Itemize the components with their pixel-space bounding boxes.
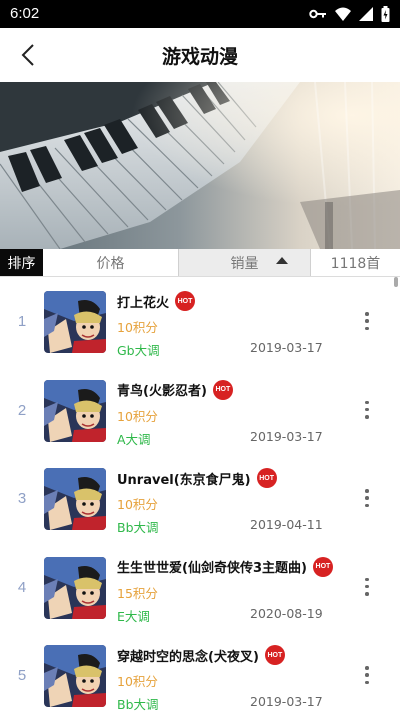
sort-sales-label: 销量 (230, 255, 259, 272)
song-thumbnail (44, 291, 106, 353)
song-date: 2019-03-17 (250, 428, 323, 444)
scrollbar[interactable] (394, 277, 398, 287)
more-options-button[interactable] (358, 399, 376, 421)
sort-label: 排序 (0, 249, 43, 276)
song-title-row: Unravel(东京食尸鬼) HOT (117, 468, 277, 488)
song-date: 2019-03-17 (250, 340, 323, 355)
list-item[interactable]: 3 Unravel(东京食尸鬼) HOT 10积分 Bb大调 2019-04-1… (0, 454, 400, 543)
more-dot (365, 407, 369, 412)
song-count: 1118首 (330, 255, 381, 272)
more-dot (365, 673, 369, 677)
hot-badge: HOT (312, 556, 333, 577)
song-title-row: 青鸟(火影忍者) HOT (117, 379, 233, 400)
song-key: Gb大调 (117, 343, 160, 358)
hot-badge: HOT (212, 379, 233, 400)
row-index: 5 (17, 667, 27, 684)
status-icons (309, 6, 390, 22)
song-title-row: 打上花火 HOT (117, 291, 196, 311)
song-title: Unravel(东京食尸鬼) (117, 472, 251, 488)
song-thumbnail (44, 379, 106, 442)
song-date: 2019-04-11 (250, 517, 323, 532)
app-header: 游戏动漫 (0, 28, 400, 82)
sort-ascending-icon (276, 257, 288, 264)
more-dot (365, 584, 369, 589)
song-thumbnail (44, 556, 106, 619)
row-index: 3 (17, 490, 27, 507)
song-title: 青鸟(火影忍者) (117, 384, 207, 399)
more-dot (365, 496, 369, 500)
song-price: 10积分 (117, 497, 158, 512)
more-options-button[interactable] (358, 576, 376, 598)
status-bar: 6:02 (0, 0, 400, 28)
more-dot (365, 400, 369, 404)
song-list: 1 打上花火 HOT 10积分 Gb大调 2019-03-17 2 青鸟(火影忍… (0, 277, 400, 711)
song-date: 2019-03-17 (250, 694, 323, 709)
list-item[interactable]: 2 青鸟(火影忍者) HOT 10积分 A大调 2019-03-17 (0, 366, 400, 455)
row-index: 4 (17, 578, 27, 596)
song-key: A大调 (117, 431, 151, 447)
song-title: 生生世世爱(仙剑奇侠传3主题曲) (117, 561, 307, 576)
song-thumbnail (44, 645, 106, 707)
song-title-row: 生生世世爱(仙剑奇侠传3主题曲) HOT (117, 556, 333, 577)
list-item[interactable]: 1 打上花火 HOT 10积分 Gb大调 2019-03-17 (0, 277, 400, 366)
more-options-button[interactable] (358, 487, 376, 509)
page-title: 游戏动漫 (161, 46, 238, 68)
hot-badge: HOT (256, 468, 277, 488)
sort-bar: 排序 价格 销量 1118首 (0, 249, 400, 277)
list-item[interactable]: 5 穿越时空的思念(犬夜叉) HOT 10积分 Bb大调 2019-03-17 (0, 631, 400, 711)
more-options-button[interactable] (358, 310, 376, 332)
more-dot (365, 577, 369, 581)
more-dot (365, 489, 369, 493)
more-dot (365, 415, 369, 419)
hot-badge: HOT (264, 645, 285, 665)
row-index: 1 (17, 313, 27, 330)
more-options-button[interactable] (358, 664, 376, 686)
more-dot (365, 592, 369, 596)
wifi-icon (335, 7, 351, 21)
song-title: 穿越时空的思念(犬夜叉) (117, 649, 259, 665)
song-price: 15积分 (117, 585, 158, 601)
more-dot (365, 680, 369, 684)
more-dot (365, 312, 369, 316)
more-dot (365, 666, 369, 670)
song-thumbnail (44, 468, 106, 530)
list-item[interactable]: 4 生生世世爱(仙剑奇侠传3主题曲) HOT 15积分 E大调 2020-08-… (0, 543, 400, 632)
more-dot (365, 319, 369, 323)
song-price: 10积分 (117, 320, 158, 335)
banner-image-piano[interactable] (0, 82, 400, 249)
song-key: Bb大调 (117, 697, 159, 711)
hot-badge: HOT (175, 291, 196, 311)
song-key: E大调 (117, 608, 150, 624)
song-price: 10积分 (117, 674, 158, 689)
song-price: 10积分 (117, 408, 158, 424)
more-dot (365, 326, 369, 330)
sort-by-sales-button[interactable]: 销量 (178, 249, 311, 276)
song-key: Bb大调 (117, 520, 159, 535)
key-icon (309, 9, 326, 19)
battery-icon (381, 6, 390, 22)
status-time: 6:02 (10, 5, 40, 22)
song-title-row: 穿越时空的思念(犬夜叉) HOT (117, 645, 285, 665)
more-dot (365, 503, 369, 507)
row-index: 2 (17, 401, 27, 419)
sort-by-price-button[interactable]: 价格 (43, 249, 178, 276)
signal-icon (359, 7, 373, 21)
song-title: 打上花火 (117, 295, 170, 311)
song-date: 2020-08-19 (250, 605, 323, 621)
